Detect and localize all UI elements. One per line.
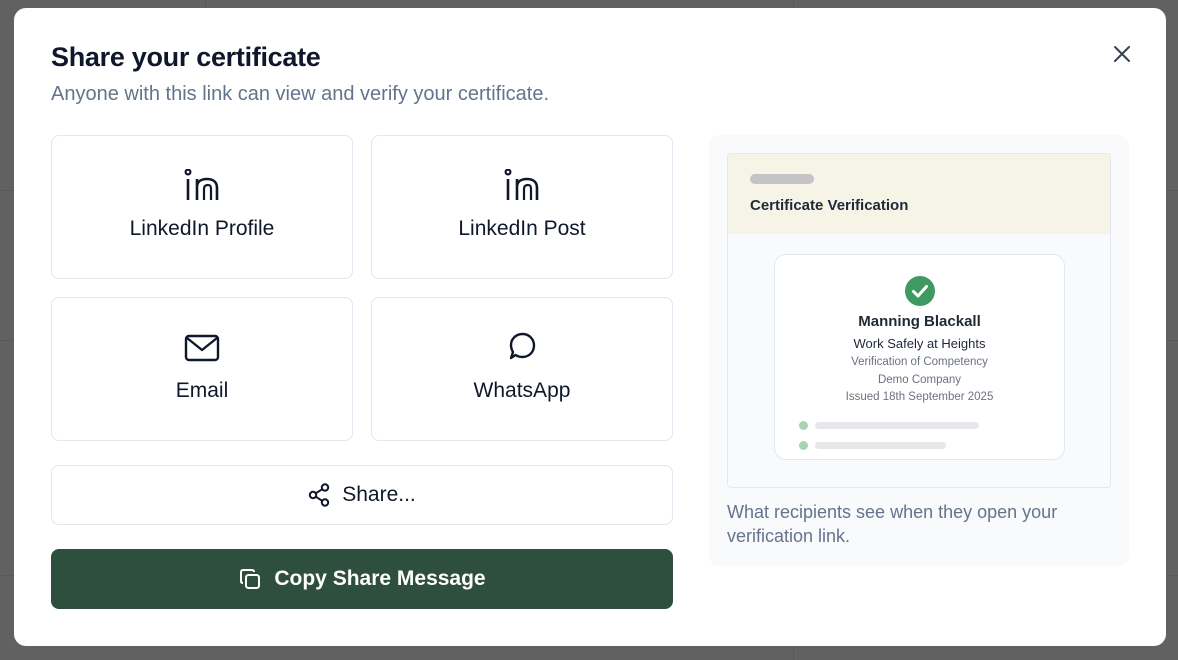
share-certificate-dialog: Share your certificate Anyone with this … xyxy=(14,8,1166,646)
tile-label: LinkedIn Profile xyxy=(129,217,275,240)
certificate-summary-card: Manning Blackall Work Safely at Heights … xyxy=(774,254,1065,460)
share-icon xyxy=(309,483,330,507)
copy-button-label: Copy Share Message xyxy=(274,567,486,590)
issuing-company: Demo Company xyxy=(877,374,962,386)
certificate-type: Verification of Competency xyxy=(851,356,988,368)
chat-bubble-icon xyxy=(504,330,540,366)
issue-date: Issued 18th September 2025 xyxy=(845,391,994,403)
preview-card: Certificate Verification Manning Blackal… xyxy=(727,153,1111,488)
skeleton-row xyxy=(799,441,946,450)
share-whatsapp-button[interactable]: WhatsApp xyxy=(371,297,673,441)
share-linkedin-profile-button[interactable]: LinkedIn Profile xyxy=(51,135,353,279)
preview-header: Certificate Verification xyxy=(728,154,1110,234)
tile-label: WhatsApp xyxy=(473,379,571,402)
share-button-label: Share... xyxy=(342,483,416,506)
logo-placeholder xyxy=(750,174,814,184)
close-button[interactable] xyxy=(1108,40,1136,68)
dialog-title: Share your certificate xyxy=(51,42,321,72)
tile-label: Email xyxy=(175,379,229,402)
verification-preview-panel: Certificate Verification Manning Blackal… xyxy=(709,135,1129,566)
share-email-button[interactable]: Email xyxy=(51,297,353,441)
mail-icon xyxy=(184,330,220,366)
copy-icon xyxy=(240,569,261,589)
linkedin-icon xyxy=(504,168,540,204)
course-name: Work Safely at Heights xyxy=(853,336,986,351)
preview-header-title: Certificate Verification xyxy=(750,197,909,214)
holder-name: Manning Blackall xyxy=(858,313,981,330)
native-share-button[interactable]: Share... xyxy=(51,465,673,525)
check-circle-icon xyxy=(905,276,935,306)
skeleton-row xyxy=(799,421,979,430)
preview-caption: What recipients see when they open your … xyxy=(727,502,1058,546)
copy-share-message-button[interactable]: Copy Share Message xyxy=(51,549,673,609)
linkedin-icon xyxy=(184,168,220,204)
tile-label: LinkedIn Post xyxy=(458,217,586,240)
dialog-subtitle: Anyone with this link can view and verif… xyxy=(51,83,549,105)
share-linkedin-post-button[interactable]: LinkedIn Post xyxy=(371,135,673,279)
close-icon xyxy=(1114,46,1130,62)
